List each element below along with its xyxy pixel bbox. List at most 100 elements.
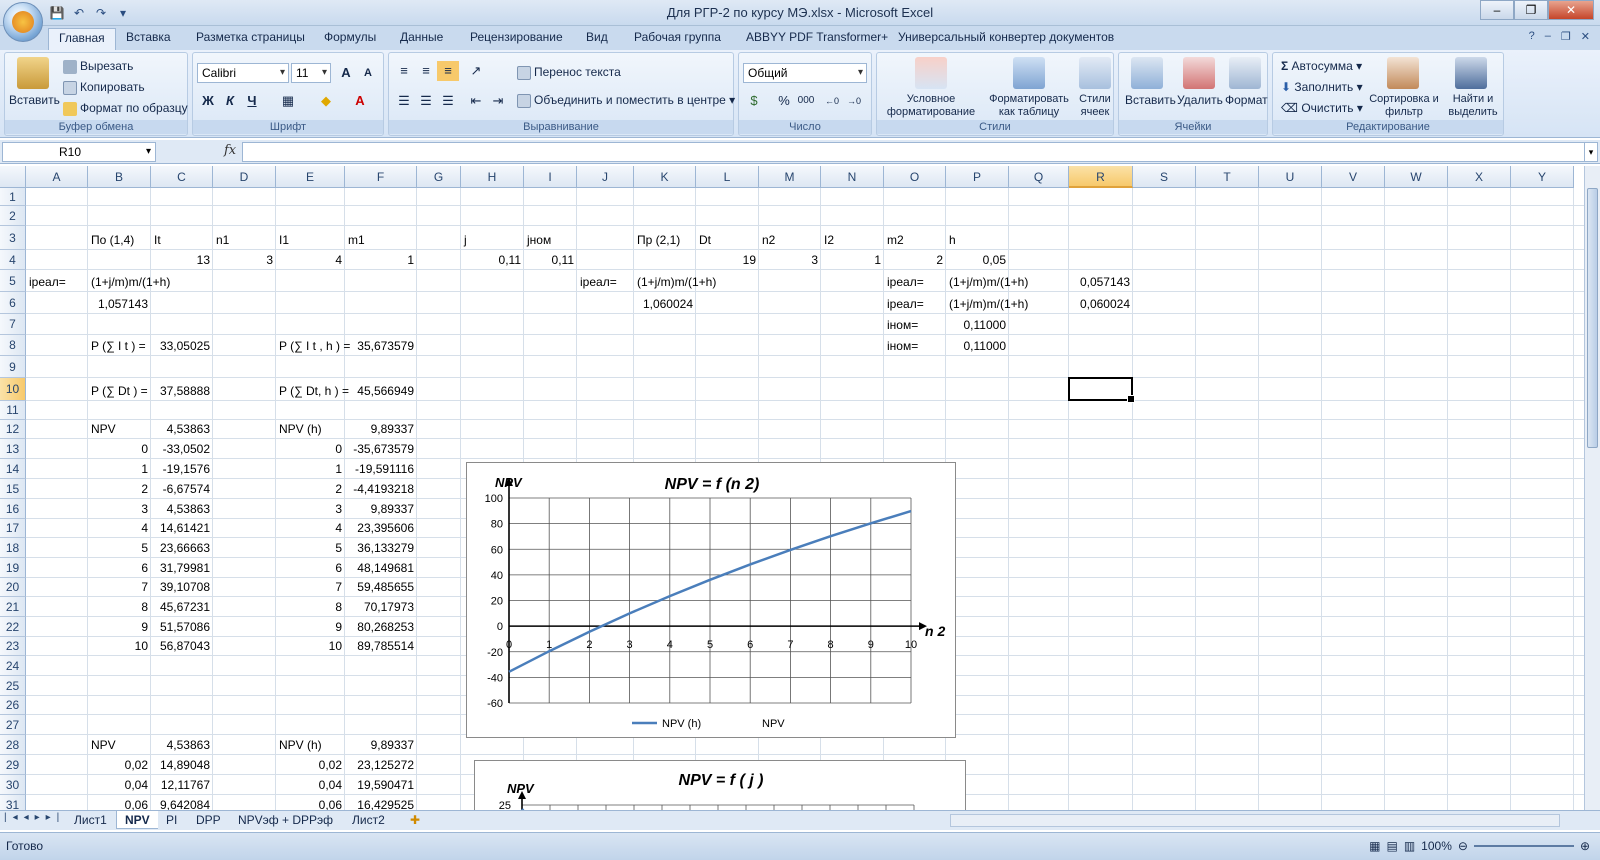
column-header-f[interactable]: F: [345, 166, 417, 188]
table-cell[interactable]: 3: [91, 502, 148, 516]
worksheet-grid[interactable]: A B C D E F G H I J K L M N O P Q R S T U V W X Y 1 2 3 4 5 6 7 8 9 10 11 12…: [0, 166, 1584, 810]
tab-data[interactable]: Данные: [400, 30, 443, 44]
sheet-tab-dpp[interactable]: DPP: [188, 811, 229, 829]
column-header-x[interactable]: X: [1448, 166, 1511, 188]
table-cell[interactable]: 59,485655: [348, 580, 414, 594]
cell-p7[interactable]: 0,11000: [949, 318, 1007, 332]
font-family-select[interactable]: Calibri: [197, 63, 289, 83]
cell-f28[interactable]: 9,89337: [348, 738, 414, 752]
row-header-14[interactable]: 14: [0, 459, 26, 479]
row-header-7[interactable]: 7: [0, 314, 26, 335]
cell-i3[interactable]: jном: [527, 233, 551, 247]
increase-indent-icon[interactable]: ⇥: [487, 91, 509, 111]
row-header-26[interactable]: 26: [0, 696, 26, 715]
row-header-6[interactable]: 6: [0, 292, 26, 314]
row-header-29[interactable]: 29: [0, 755, 26, 775]
column-header-c[interactable]: C: [151, 166, 213, 188]
row-header-10[interactable]: 10: [0, 378, 26, 401]
cell-j5[interactable]: iреал=: [580, 275, 617, 289]
column-header-t[interactable]: T: [1196, 166, 1259, 188]
tab-abbyy[interactable]: ABBYY PDF Transformer+: [746, 30, 888, 44]
column-header-q[interactable]: Q: [1009, 166, 1069, 188]
cell-p8[interactable]: 0,11000: [949, 339, 1007, 353]
row-header-25[interactable]: 25: [0, 676, 26, 696]
column-header-o[interactable]: O: [884, 166, 946, 188]
percent-button[interactable]: %: [773, 91, 795, 111]
align-center-icon[interactable]: ☰: [415, 91, 437, 111]
column-header-n[interactable]: N: [821, 166, 884, 188]
office-button[interactable]: [3, 2, 43, 42]
sort-filter-button[interactable]: Сортировка и фильтр: [1369, 93, 1439, 119]
page-break-view-icon[interactable]: ▥: [1404, 839, 1415, 853]
cell-c12[interactable]: 4,53863: [154, 422, 210, 436]
cell-p3[interactable]: h: [949, 233, 956, 247]
cell-k3[interactable]: Пр (2,1): [637, 233, 680, 247]
table-cell[interactable]: 5: [279, 541, 342, 555]
column-header-w[interactable]: W: [1385, 166, 1448, 188]
close-doc-icon[interactable]: ✕: [1581, 30, 1590, 43]
cell-l3[interactable]: Dt: [699, 233, 711, 247]
cell-a5[interactable]: iреал=: [29, 275, 66, 289]
cell-f3[interactable]: m1: [348, 233, 365, 247]
column-header-m[interactable]: M: [759, 166, 821, 188]
paste-button[interactable]: Вставить: [9, 93, 60, 107]
table-cell[interactable]: 9,89337: [348, 502, 414, 516]
column-header-d[interactable]: D: [213, 166, 276, 188]
increase-decimal-icon[interactable]: ←0: [821, 91, 843, 111]
table-cell[interactable]: 9: [91, 620, 148, 634]
column-header-g[interactable]: G: [417, 166, 461, 188]
align-right-icon[interactable]: ☰: [437, 91, 459, 111]
column-header-k[interactable]: K: [634, 166, 696, 188]
zoom-out-icon[interactable]: ⊖: [1458, 839, 1468, 853]
column-header-u[interactable]: U: [1259, 166, 1322, 188]
minimize-doc-icon[interactable]: –: [1545, 30, 1551, 43]
column-header-l[interactable]: L: [696, 166, 759, 188]
cell-n4[interactable]: 1: [824, 253, 881, 267]
table-cell[interactable]: 16,429525: [348, 798, 414, 810]
delete-cells-button[interactable]: Удалить: [1177, 93, 1223, 107]
table-cell[interactable]: 89,785514: [348, 639, 414, 653]
row-header-15[interactable]: 15: [0, 479, 26, 499]
table-cell[interactable]: -6,67574: [154, 482, 210, 496]
copy-button[interactable]: Копировать: [63, 80, 145, 95]
column-header-v[interactable]: V: [1322, 166, 1385, 188]
table-cell[interactable]: 6: [279, 561, 342, 575]
insert-cells-button[interactable]: Вставить: [1125, 93, 1176, 107]
shrink-font-icon[interactable]: A: [357, 63, 379, 83]
bold-button[interactable]: Ж: [197, 91, 219, 111]
cell-f10[interactable]: 45,566949: [348, 384, 414, 398]
table-cell[interactable]: 7: [91, 580, 148, 594]
cell-f4[interactable]: 1: [348, 253, 414, 267]
table-cell[interactable]: 23,395606: [348, 521, 414, 535]
cell-p4[interactable]: 0,05: [949, 253, 1006, 267]
row-header-23[interactable]: 23: [0, 637, 26, 656]
formula-input[interactable]: [242, 142, 1586, 162]
table-cell[interactable]: 4: [91, 521, 148, 535]
table-cell[interactable]: 70,17973: [348, 600, 414, 614]
name-box[interactable]: R10: [2, 142, 156, 162]
minimize-button[interactable]: –: [1480, 0, 1514, 20]
cell-p6[interactable]: (1+j/m)m/(1+h): [949, 297, 1028, 311]
table-cell[interactable]: 0,02: [91, 758, 148, 772]
row-header-27[interactable]: 27: [0, 715, 26, 735]
cell-i4[interactable]: 0,11: [527, 253, 574, 267]
table-cell[interactable]: 7: [279, 580, 342, 594]
tab-formulas[interactable]: Формулы: [324, 30, 376, 44]
cell-o6[interactable]: iреал=: [887, 297, 924, 311]
cell-h3[interactable]: j: [464, 233, 467, 247]
tab-converter[interactable]: Универсальный конвертер документов: [898, 30, 1114, 44]
format-as-table-button[interactable]: Форматировать как таблицу: [981, 93, 1077, 119]
row-header-16[interactable]: 16: [0, 499, 26, 519]
table-cell[interactable]: 0,06: [279, 798, 342, 810]
autosum-button[interactable]: Σ Автосумма ▾: [1281, 59, 1362, 73]
row-header-3[interactable]: 3: [0, 226, 26, 250]
conditional-formatting-button[interactable]: Условное форматирование: [881, 93, 981, 119]
table-cell[interactable]: 2: [91, 482, 148, 496]
tab-insert[interactable]: Вставка: [126, 30, 171, 44]
align-middle-icon[interactable]: ≡: [415, 61, 437, 81]
table-cell[interactable]: 36,133279: [348, 541, 414, 555]
column-header-y[interactable]: Y: [1511, 166, 1574, 188]
cell-b5[interactable]: (1+j/m)m/(1+h): [91, 275, 170, 289]
cell-e12[interactable]: NPV (h): [279, 422, 322, 436]
cell-r6[interactable]: 0,060024: [1072, 297, 1130, 311]
